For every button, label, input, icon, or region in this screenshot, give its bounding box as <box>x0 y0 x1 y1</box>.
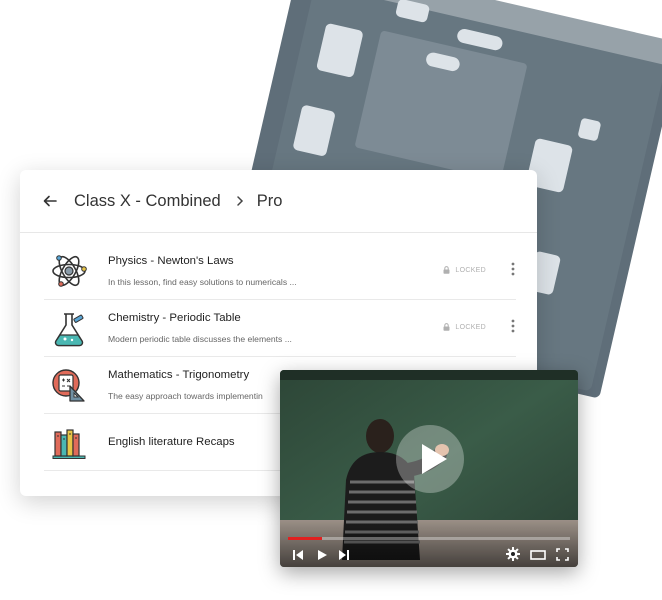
more-options-icon[interactable] <box>510 319 516 333</box>
back-arrow-icon[interactable] <box>42 193 58 209</box>
atom-icon <box>52 255 87 287</box>
books-icon <box>52 429 86 459</box>
lock-icon <box>443 266 450 274</box>
lock-status: LOCKED <box>455 323 486 331</box>
lock-icon <box>443 323 450 331</box>
breadcrumb-root[interactable]: Class X - Combined <box>74 192 221 211</box>
lesson-description: Modern periodic table discusses the elem… <box>108 334 292 344</box>
player-controls <box>280 540 578 567</box>
list-item[interactable]: Chemistry - Periodic Table Modern period… <box>44 300 516 357</box>
theater-mode-icon[interactable] <box>530 549 546 561</box>
skip-next-icon[interactable] <box>338 549 350 561</box>
math-tools-icon <box>52 369 85 402</box>
flask-icon <box>54 313 84 347</box>
lesson-description: In this lesson, find easy solutions to n… <box>108 277 297 287</box>
locked-badge: LOCKED <box>443 323 486 331</box>
breadcrumb-current: Pro <box>256 191 283 210</box>
more-options-icon[interactable] <box>510 262 516 276</box>
settings-gear-icon[interactable] <box>506 547 520 561</box>
play-icon[interactable] <box>395 424 465 494</box>
chevron-right-icon <box>236 196 243 206</box>
locked-badge: LOCKED <box>443 266 486 274</box>
card-header: Class X - Combined Pro <box>20 170 537 233</box>
lock-status: LOCKED <box>455 266 486 274</box>
play-small-icon[interactable] <box>316 549 328 561</box>
video-player[interactable] <box>280 370 578 567</box>
list-item[interactable]: Physics - Newton's Laws In this lesson, … <box>44 243 516 300</box>
fullscreen-icon[interactable] <box>556 548 569 561</box>
skip-previous-icon[interactable] <box>292 549 304 561</box>
